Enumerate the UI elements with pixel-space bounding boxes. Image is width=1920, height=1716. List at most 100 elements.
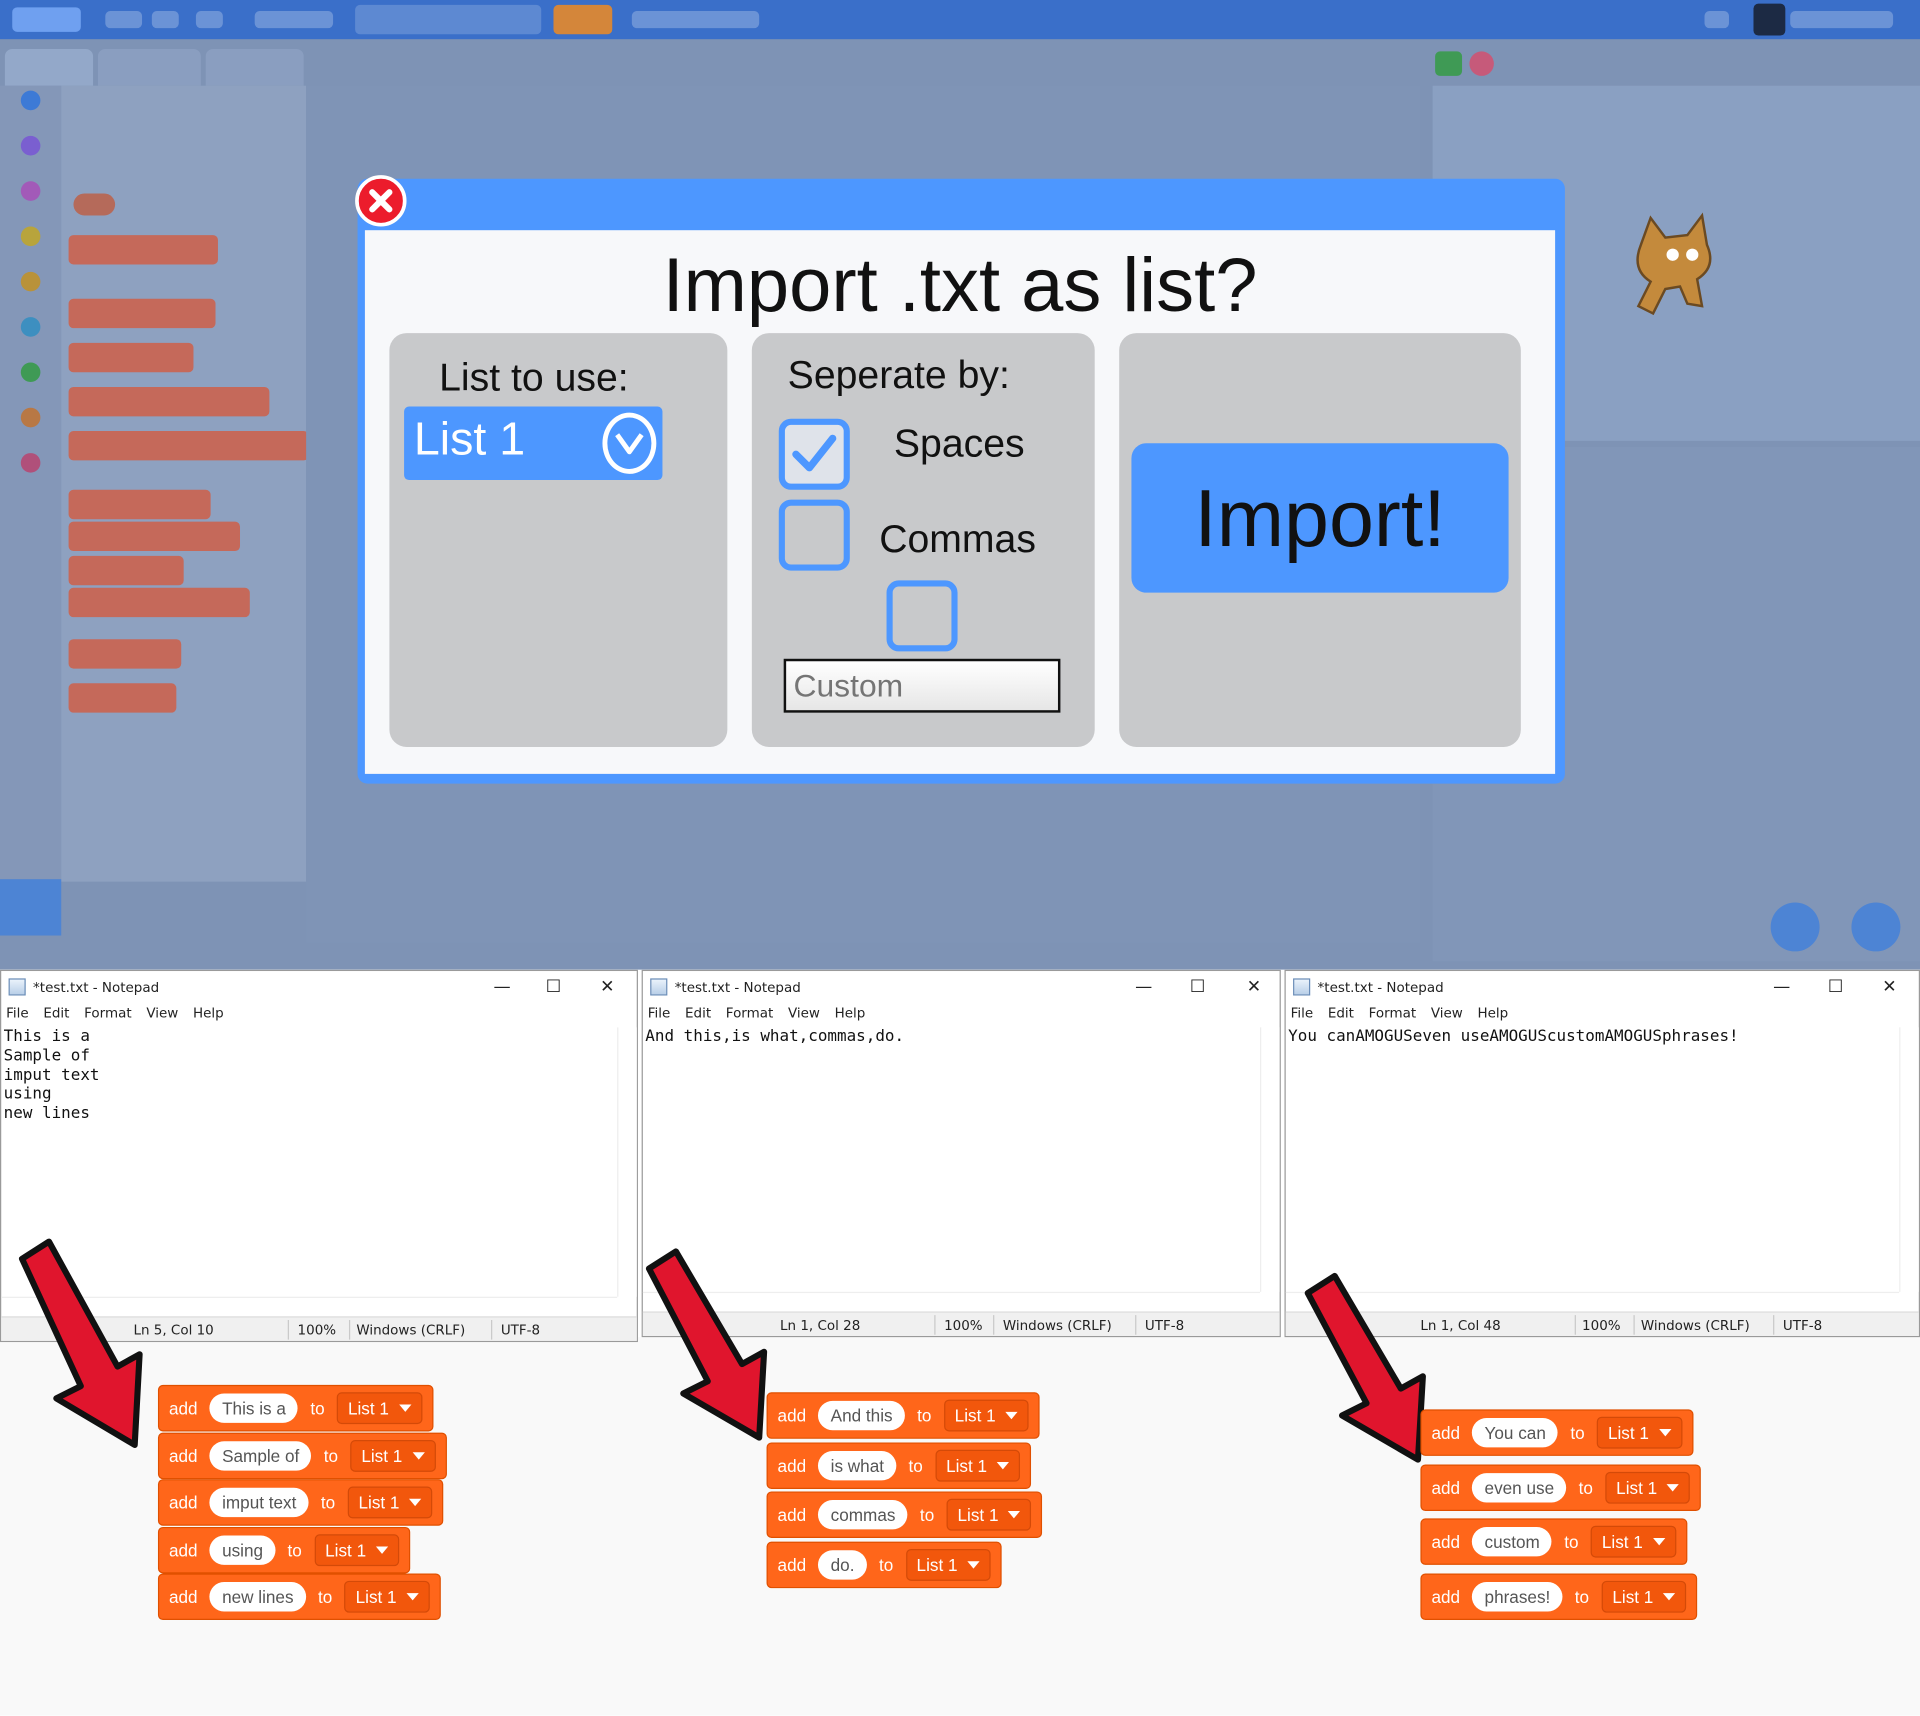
close-button[interactable]: ✕ [587,973,629,1000]
vertical-scrollbar[interactable] [1260,1027,1280,1292]
list-select-value: List 1 [1601,1531,1643,1552]
list-select-dropdown[interactable]: List 1 [905,1548,991,1581]
menu-view[interactable]: View [788,1005,820,1021]
close-button[interactable]: ✕ [1869,973,1911,1000]
menu-edit [195,11,223,29]
scratch-logo [12,7,81,32]
block-text-input[interactable]: commas [818,1500,908,1530]
stop-icon [1469,51,1494,76]
list-select-dropdown[interactable]: List 1 [946,1498,1032,1531]
menu-file[interactable]: File [648,1005,671,1021]
maximize-button[interactable]: ☐ [1815,973,1857,1000]
list-dropdown[interactable]: List 1 [404,406,663,481]
add-to-list-block[interactable]: add And this to List 1 [766,1392,1040,1439]
menu-format[interactable]: Format [726,1005,773,1021]
palette-block [68,298,216,329]
list-select-dropdown[interactable]: List 1 [935,1449,1021,1482]
block-text-input[interactable]: This is a [209,1393,299,1423]
block-text-input[interactable]: using [209,1534,276,1565]
list-select-dropdown[interactable]: List 1 [347,1486,433,1519]
block-text-input[interactable]: do. [818,1549,867,1579]
add-to-list-block[interactable]: add You can to List 1 [1420,1409,1694,1456]
add-to-list-block[interactable]: add new lines to List 1 [157,1573,441,1621]
menu-help[interactable]: Help [1477,1005,1508,1021]
palette-block [68,431,309,461]
encoding: UTF-8 [500,1322,541,1339]
block-keyword: add [777,1554,807,1575]
minimize-button[interactable]: — [1123,973,1165,1000]
choose-backdrop-button [1851,902,1901,952]
list-select-value: List 1 [361,1445,403,1466]
block-text-input[interactable]: is what [818,1450,897,1480]
list-select-dropdown[interactable]: List 1 [1601,1580,1687,1613]
block-text-input[interactable]: imput text [209,1487,309,1518]
add-to-list-block[interactable]: add custom to List 1 [1420,1518,1687,1565]
add-to-list-block[interactable]: add This is a to List 1 [157,1384,434,1432]
palette-block [68,521,241,552]
minimize-button[interactable]: — [481,973,523,1000]
menu-help[interactable]: Help [193,1005,224,1021]
block-text-input[interactable]: custom [1472,1526,1553,1557]
menu-file[interactable]: File [6,1005,29,1021]
maximize-button[interactable]: ☐ [533,973,575,1000]
minimize-button[interactable]: — [1761,973,1803,1000]
menu-help[interactable]: Help [835,1005,866,1021]
list-select-dropdown[interactable]: List 1 [1605,1471,1691,1504]
import-button[interactable]: Import! [1131,443,1509,593]
add-to-list-block[interactable]: add phrases! to List 1 [1420,1572,1698,1620]
close-icon[interactable] [355,175,407,227]
add-to-list-block[interactable]: add do. to List 1 [766,1541,1002,1588]
custom-separator-input[interactable] [783,658,1061,713]
menu-file[interactable]: File [1291,1005,1314,1021]
menu-edit[interactable]: Edit [685,1005,711,1021]
add-to-list-block[interactable]: add commas to List 1 [766,1491,1043,1538]
add-to-list-block[interactable]: add Sample of to List 1 [157,1432,447,1479]
add-to-list-block[interactable]: add imput text to List 1 [157,1479,444,1526]
zoom-level: 100% [944,1317,983,1334]
menu-file [151,11,179,29]
menu-format[interactable]: Format [84,1005,131,1021]
block-text-input[interactable]: And this [818,1400,905,1431]
palette-block [68,342,194,373]
palette-block [68,639,182,669]
list-select-dropdown[interactable]: List 1 [314,1533,400,1566]
list-select-dropdown[interactable]: List 1 [344,1580,430,1613]
block-text-input[interactable]: even use [1472,1472,1567,1502]
tab-costumes [97,48,201,86]
menu-view[interactable]: View [1431,1005,1463,1021]
globe-icon [105,11,143,29]
maximize-button[interactable]: ☐ [1177,973,1219,1000]
notepad-title-bar: *test.txt - Notepad — ☐ ✕ [643,971,1280,1005]
commas-checkbox[interactable] [778,499,850,571]
window-title: *test.txt - Notepad [33,979,160,996]
add-to-list-block[interactable]: add using to List 1 [157,1526,411,1573]
menu-edit[interactable]: Edit [1328,1005,1354,1021]
list-select-dropdown[interactable]: List 1 [943,1399,1029,1432]
block-text-input[interactable]: You can [1472,1417,1559,1448]
menu-format[interactable]: Format [1369,1005,1416,1021]
notepad-icon [1293,978,1311,996]
palette-block [68,386,270,417]
list-select-value: List 1 [355,1586,397,1607]
spaces-checkbox[interactable] [778,418,850,490]
block-text-input[interactable]: phrases! [1472,1581,1563,1611]
line-ending: Windows (CRLF) [1002,1317,1112,1334]
choose-sprite-button [1770,902,1820,952]
block-text-input[interactable]: new lines [209,1582,306,1612]
list-select-dropdown[interactable]: List 1 [1596,1416,1682,1449]
custom-checkbox[interactable] [886,580,958,652]
block-text-input[interactable]: Sample of [209,1440,312,1471]
list-select-dropdown[interactable]: List 1 [350,1439,436,1472]
vertical-scrollbar[interactable] [617,1027,637,1297]
menu-edit[interactable]: Edit [43,1005,69,1021]
add-to-list-block[interactable]: add even use to List 1 [1420,1463,1702,1511]
menu-view[interactable]: View [146,1005,178,1021]
list-select-dropdown[interactable]: List 1 [336,1392,423,1425]
notepad-text-area[interactable]: You canAMOGUSeven useAMOGUScustomAMOGUSp… [1286,1027,1899,1291]
block-connector: to [1564,1531,1579,1552]
vertical-scrollbar[interactable] [1899,1027,1919,1292]
list-select-dropdown[interactable]: List 1 [1590,1525,1676,1558]
close-button[interactable]: ✕ [1233,973,1275,1000]
notepad-icon [650,978,668,996]
add-to-list-block[interactable]: add is what to List 1 [766,1441,1032,1489]
